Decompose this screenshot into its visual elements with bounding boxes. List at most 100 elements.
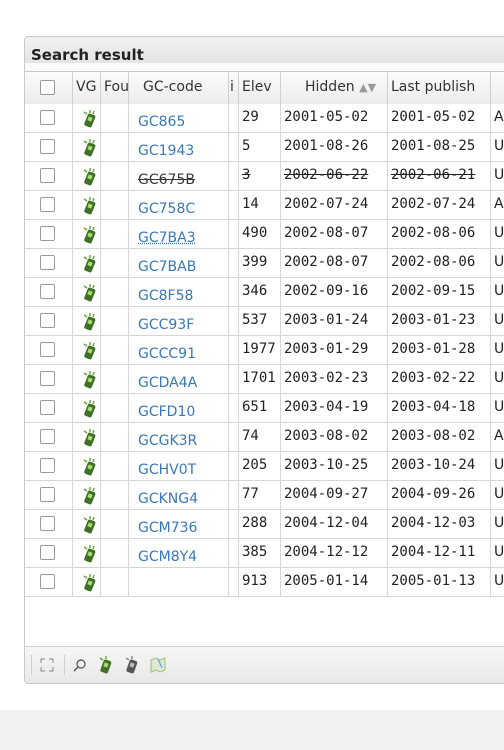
row-select-cell (25, 278, 73, 306)
col-next[interactable] (491, 72, 504, 104)
gc-code-link[interactable]: GC7BAB (129, 249, 229, 277)
col-gc-code[interactable]: GC-code (129, 72, 229, 104)
row-checkbox[interactable] (40, 400, 55, 415)
row-checkbox[interactable] (40, 168, 55, 183)
hidden-date: 2002-06-22 (281, 162, 388, 190)
sort-arrows-icon[interactable]: ▲▼ (359, 81, 376, 94)
table-row[interactable]: GC8F58 346 2002-09-16 2002-09-15 U (25, 278, 504, 307)
gc-code-link[interactable]: GC865 (129, 104, 229, 132)
table-row[interactable]: GC7BAB 399 2002-08-07 2002-08-06 U (25, 249, 504, 278)
gc-code-link[interactable]: GC758C (129, 191, 229, 219)
row-checkbox[interactable] (40, 429, 55, 444)
row-checkbox[interactable] (40, 458, 55, 473)
row-info-cell (229, 539, 239, 567)
table-row[interactable]: GCM736 288 2004-12-04 2004-12-03 U (25, 510, 504, 539)
row-found-cell (101, 307, 129, 335)
table-row[interactable]: GC758C 14 2002-07-24 2002-07-24 A (25, 191, 504, 220)
row-found-cell (101, 539, 129, 567)
last-publish-date: 2001-05-02 (388, 104, 491, 132)
gc-code-link[interactable]: GC1943 (129, 133, 229, 161)
col-hidden[interactable]: Hidden ▲▼ (281, 72, 388, 104)
elev-value: 385 (239, 539, 281, 567)
search-result-panel: Search result VG Fou GC-code i Elev Hidd… (24, 36, 504, 684)
table-row[interactable]: GC675B 3 2002-06-22 2002-06-21 U (25, 162, 504, 191)
next-col-value: U (491, 568, 504, 596)
gps-remove-icon[interactable] (121, 654, 143, 676)
row-checkbox[interactable] (40, 516, 55, 531)
row-select-cell (25, 452, 73, 480)
toolbar-separator (31, 655, 32, 675)
gc-code-link[interactable]: GC8F58 (129, 278, 229, 306)
row-checkbox[interactable] (40, 226, 55, 241)
table-row[interactable]: GCM8Y4 385 2004-12-12 2004-12-11 U (25, 539, 504, 568)
table-row[interactable]: GC7BA3 490 2002-08-07 2002-08-06 U (25, 220, 504, 249)
row-checkbox[interactable] (40, 197, 55, 212)
gps-device-icon (80, 137, 100, 161)
table-row[interactable]: GCDA4A 1701 2003-02-23 2003-02-22 U (25, 365, 504, 394)
gps-device-icon (80, 543, 100, 567)
gc-code-link[interactable]: GCGK3R (129, 423, 229, 451)
row-select-cell (25, 104, 73, 132)
gc-code-link[interactable]: GCCC91 (129, 336, 229, 364)
table-row[interactable]: GCHV0T 205 2003-10-25 2003-10-24 U (25, 452, 504, 481)
row-checkbox[interactable] (40, 545, 55, 560)
row-select-cell (25, 394, 73, 422)
gc-code-link[interactable] (129, 568, 229, 596)
hidden-date: 2002-09-16 (281, 278, 388, 306)
row-info-cell (229, 220, 239, 248)
row-checkbox[interactable] (40, 371, 55, 386)
gps-add-icon[interactable] (95, 654, 117, 676)
elev-value: 5 (239, 133, 281, 161)
gc-code-link[interactable]: GCHV0T (129, 452, 229, 480)
select-all-checkbox[interactable] (40, 80, 55, 95)
gc-code-link[interactable]: GCC93F (129, 307, 229, 335)
row-info-cell (229, 162, 239, 190)
elev-value: 14 (239, 191, 281, 219)
row-info-cell (229, 423, 239, 451)
col-last-publish[interactable]: Last publish (388, 72, 491, 104)
table-row[interactable]: 913 2005-01-14 2005-01-13 U (25, 568, 504, 597)
hidden-date: 2002-08-07 (281, 249, 388, 277)
table-row[interactable]: GCCC91 1977 2003-01-29 2003-01-28 U (25, 336, 504, 365)
col-info[interactable]: i (229, 72, 239, 104)
row-info-cell (229, 568, 239, 596)
fullscreen-icon[interactable] (36, 654, 58, 676)
row-checkbox[interactable] (40, 313, 55, 328)
row-info-cell (229, 307, 239, 335)
table-row[interactable]: GCFD10 651 2003-04-19 2003-04-18 U (25, 394, 504, 423)
col-elev[interactable]: Elev (239, 72, 281, 104)
table-row[interactable]: GCKNG4 77 2004-09-27 2004-09-26 U (25, 481, 504, 510)
next-col-value: U (491, 220, 504, 248)
next-col-value: U (491, 162, 504, 190)
table-row[interactable]: GC865 29 2001-05-02 2001-05-02 A (25, 104, 504, 133)
hidden-date: 2003-01-24 (281, 307, 388, 335)
gps-device-icon (80, 572, 100, 596)
row-checkbox[interactable] (40, 255, 55, 270)
gc-code-link[interactable]: GC7BA3 (129, 220, 229, 248)
row-type-cell (73, 568, 101, 596)
map-icon[interactable] (147, 654, 169, 676)
row-checkbox[interactable] (40, 284, 55, 299)
hidden-date: 2003-02-23 (281, 365, 388, 393)
row-checkbox[interactable] (40, 110, 55, 125)
next-col-value: A (491, 423, 504, 451)
gc-code-link[interactable]: GCDA4A (129, 365, 229, 393)
gc-code-link[interactable]: GCKNG4 (129, 481, 229, 509)
gc-code-link[interactable]: GC675B (129, 162, 229, 190)
row-checkbox[interactable] (40, 487, 55, 502)
search-icon[interactable] (69, 654, 91, 676)
col-vg[interactable]: VG (73, 72, 101, 104)
col-found[interactable]: Fou (101, 72, 129, 104)
table-row[interactable]: GCGK3R 74 2003-08-02 2003-08-02 A (25, 423, 504, 452)
row-checkbox[interactable] (40, 139, 55, 154)
hidden-date: 2003-08-02 (281, 423, 388, 451)
table-row[interactable]: GCC93F 537 2003-01-24 2003-01-23 U (25, 307, 504, 336)
gc-code-link[interactable]: GCFD10 (129, 394, 229, 422)
gc-code-link[interactable]: GCM736 (129, 510, 229, 538)
row-found-cell (101, 162, 129, 190)
gc-code-link[interactable]: GCM8Y4 (129, 539, 229, 567)
row-info-cell (229, 365, 239, 393)
table-row[interactable]: GC1943 5 2001-08-26 2001-08-25 U (25, 133, 504, 162)
row-checkbox[interactable] (40, 574, 55, 589)
row-checkbox[interactable] (40, 342, 55, 357)
